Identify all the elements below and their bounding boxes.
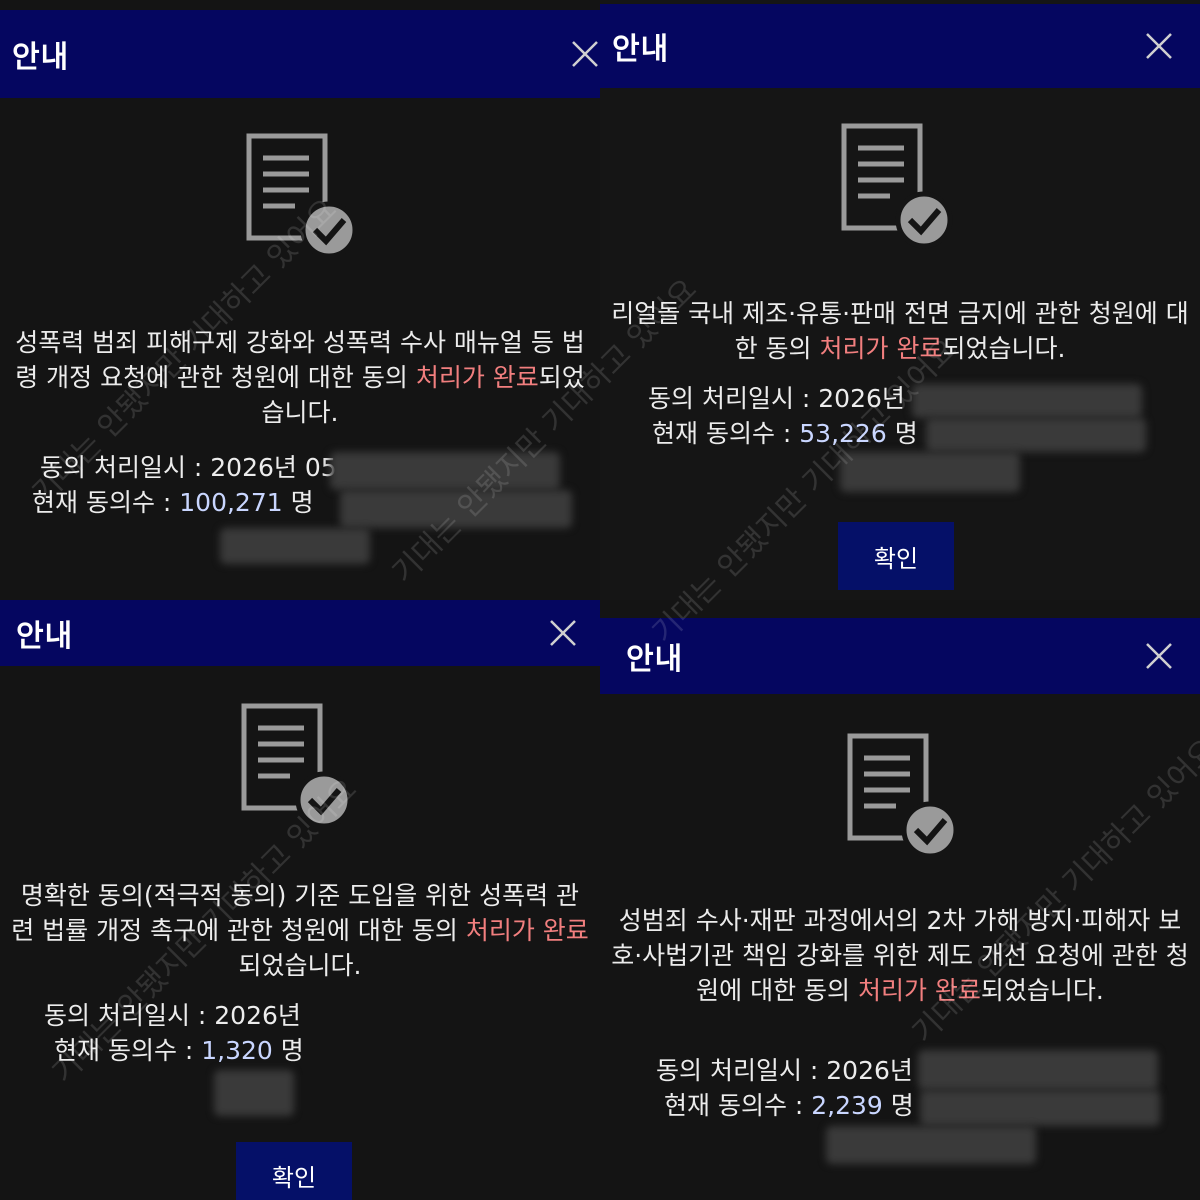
redaction-blur <box>912 384 1142 418</box>
close-icon[interactable] <box>548 618 578 648</box>
dialog-title: 안내 <box>612 32 670 67</box>
count-value: 2,239 <box>811 1091 883 1120</box>
date-row: 동의 처리일시 : 2026년 <box>44 998 304 1033</box>
close-icon[interactable] <box>570 39 600 69</box>
count-row: 현재 동의수 : 53,226 명 <box>652 416 918 451</box>
dialog-header: 안내 <box>600 618 1200 694</box>
dialog-message: 리얼돌 국내 제조·유통·판매 전면 금지에 관한 청원에 대한 동의 처리가 … <box>610 296 1190 366</box>
redaction-blur <box>926 418 1146 452</box>
redaction-blur <box>214 1070 294 1116</box>
dialog-title: 안내 <box>16 619 74 654</box>
redaction-blur <box>220 528 370 564</box>
redaction-blur <box>330 452 560 490</box>
dialog-message: 성범죄 수사·재판 과정에서의 2차 가해 방지·피해자 보호·사법기관 책임 … <box>610 903 1190 1008</box>
date-label: 동의 처리일시 : <box>648 384 819 413</box>
message-text-end: 되었습니다. <box>942 334 1066 363</box>
close-icon[interactable] <box>1144 641 1174 671</box>
count-value: 53,226 <box>799 419 887 448</box>
count-label: 현재 동의수 : <box>32 488 180 517</box>
count-unit: 명 <box>272 1036 304 1065</box>
dialog-panel-2: 안내 리얼돌 국내 제조·유통·판매 전면 금지에 관한 청원에 대한 동의 처… <box>600 0 1200 600</box>
redaction-blur <box>918 1050 1158 1090</box>
dialog-header: 안내 <box>0 10 600 98</box>
dialog-panel-1: 안내 성폭력 범죄 피해구제 강화와 성폭력 수사 매뉴얼 등 법령 개정 요청… <box>0 0 600 600</box>
document-check-icon <box>847 733 959 859</box>
message-text-end: 되었습니다. <box>980 976 1104 1005</box>
date-label: 동의 처리일시 : <box>656 1056 827 1085</box>
dialog-info: 동의 처리일시 : 2026년 05 현재 동의수 : 100,271 명 <box>32 450 337 520</box>
close-icon[interactable] <box>1144 31 1174 61</box>
dialog-header: 안내 <box>600 4 1200 88</box>
date-value: 2026년 <box>826 1056 913 1085</box>
document-check-icon <box>246 133 358 259</box>
dialog-title: 안내 <box>12 40 70 75</box>
dialog-title: 안내 <box>626 642 684 677</box>
date-row: 동의 처리일시 : 2026년 <box>648 381 918 416</box>
message-highlight: 처리가 완료 <box>415 363 539 392</box>
date-value: 2026년 <box>818 384 905 413</box>
redaction-blur <box>840 452 1020 492</box>
dialog-message: 명확한 동의(적극적 동의) 기준 도입을 위한 성폭력 관련 법률 개정 촉구… <box>10 878 590 983</box>
date-value: 2026년 05 <box>210 453 337 482</box>
redaction-blur <box>920 1090 1160 1126</box>
dialog-message: 성폭력 범죄 피해구제 강화와 성폭력 수사 매뉴얼 등 법령 개정 요청에 관… <box>10 325 590 430</box>
count-label: 현재 동의수 : <box>652 419 800 448</box>
document-check-icon <box>841 123 953 249</box>
message-highlight: 처리가 완료 <box>857 976 981 1005</box>
confirm-button[interactable]: 확인 <box>838 522 954 590</box>
count-label: 현재 동의수 : <box>54 1036 202 1065</box>
dialog-info: 동의 처리일시 : 2026년 현재 동의수 : 1,320 명 <box>44 998 304 1068</box>
date-value: 2026년 <box>214 1001 301 1030</box>
message-highlight: 처리가 완료 <box>465 916 589 945</box>
dialog-info: 동의 처리일시 : 2026년 현재 동의수 : 2,239 명 <box>656 1053 914 1123</box>
count-unit: 명 <box>282 488 314 517</box>
date-label: 동의 처리일시 : <box>40 453 211 482</box>
confirm-button[interactable]: 확인 <box>236 1142 352 1200</box>
count-unit: 명 <box>886 419 918 448</box>
message-highlight: 처리가 완료 <box>819 334 943 363</box>
date-row: 동의 처리일시 : 2026년 <box>656 1053 914 1088</box>
count-unit: 명 <box>882 1091 914 1120</box>
message-text-end: 되었습니다. <box>238 951 362 980</box>
count-row: 현재 동의수 : 100,271 명 <box>32 485 337 520</box>
date-row: 동의 처리일시 : 2026년 05 <box>40 450 337 485</box>
count-label: 현재 동의수 : <box>664 1091 812 1120</box>
date-label: 동의 처리일시 : <box>44 1001 215 1030</box>
count-row: 현재 동의수 : 1,320 명 <box>54 1033 304 1068</box>
dialog-panel-3: 안내 명확한 동의(적극적 동의) 기준 도입을 위한 성폭력 관련 법률 개정… <box>0 600 600 1200</box>
redaction-blur <box>826 1126 1036 1164</box>
dialog-header: 안내 <box>0 600 600 666</box>
document-check-icon <box>241 703 353 829</box>
count-row: 현재 동의수 : 2,239 명 <box>664 1088 914 1123</box>
dialog-panel-4: 안내 성범죄 수사·재판 과정에서의 2차 가해 방지·피해자 보호·사법기관 … <box>600 600 1200 1200</box>
count-value: 100,271 <box>179 488 283 517</box>
count-value: 1,320 <box>201 1036 273 1065</box>
dialog-info: 동의 처리일시 : 2026년 현재 동의수 : 53,226 명 <box>648 381 918 451</box>
redaction-blur <box>340 490 572 528</box>
